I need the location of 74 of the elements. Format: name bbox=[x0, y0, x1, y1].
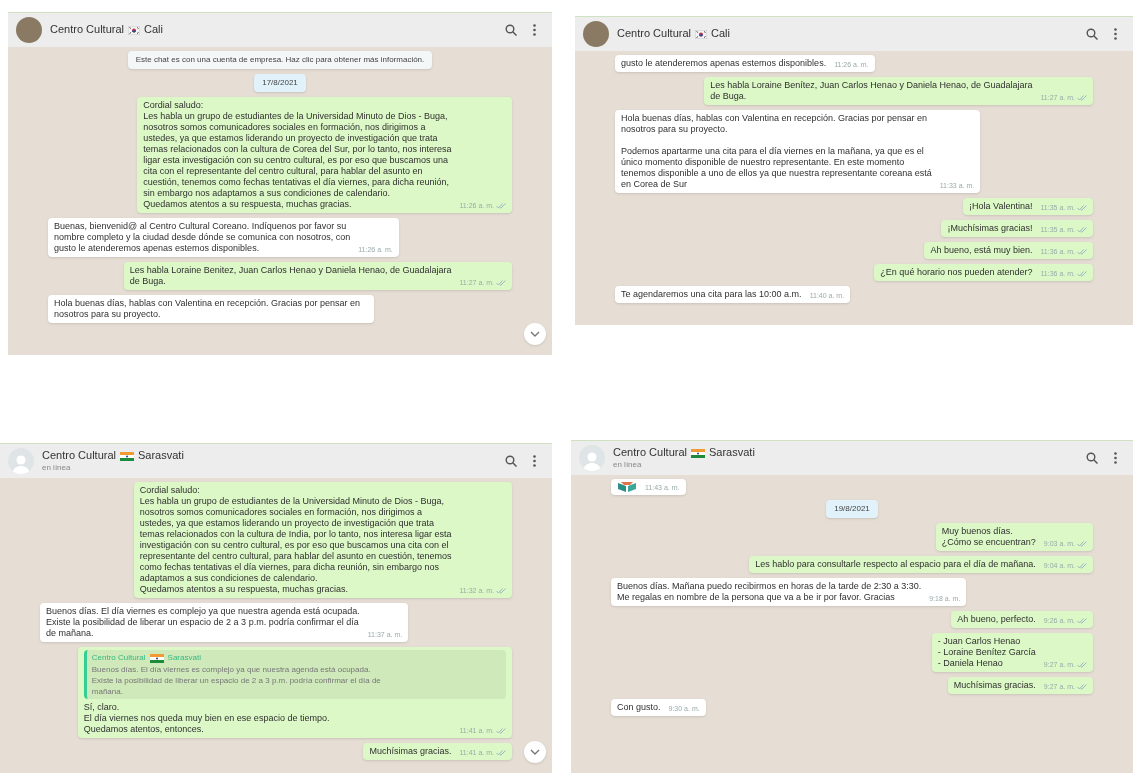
flag-icon bbox=[691, 448, 705, 458]
message-text: Les habla Loraine Benitez, Juan Carlos Henao y Daniela Henao, de Guadalajara de Buga. bbox=[129, 265, 452, 287]
flag-icon bbox=[149, 653, 164, 663]
double-check-icon bbox=[1077, 204, 1087, 211]
message-text: ¿En qué horario nos pueden atender? bbox=[880, 267, 1033, 278]
date-label: 17/8/2021 bbox=[254, 74, 306, 92]
flag-icon bbox=[695, 29, 707, 39]
chat-title: Centro Cultural bbox=[613, 446, 687, 460]
chat-title: Centro Cultural bbox=[42, 449, 116, 463]
double-check-icon bbox=[1077, 94, 1087, 101]
chat-title: Sarasvati bbox=[138, 449, 184, 463]
double-check-icon bbox=[1077, 617, 1087, 624]
chat-title: Cali bbox=[711, 27, 730, 41]
double-check-icon bbox=[1077, 540, 1087, 547]
message-text: Les habla Loraine Benítez, Juan Carlos Henao y Daniela Henao, de Guadalajara de Buga. bbox=[710, 80, 1033, 102]
quote-text: Buenos días. El día viernes es complejo ya que nuestra agenda está ocupada. Existe la posibilidad de liberar un espacio de 2 a 3 p.m. podría confirmar el día de mañana. bbox=[91, 664, 382, 697]
menu-icon[interactable] bbox=[533, 455, 536, 467]
message-text: Muchísimas gracias. bbox=[953, 680, 1036, 691]
double-check-icon bbox=[1077, 226, 1087, 233]
message-text: Ah bueno, está muy bien. bbox=[930, 245, 1033, 256]
search-icon[interactable] bbox=[505, 455, 517, 467]
message-text: Hola buenas días, hablas con Valentina en recepción. Gracias por pensar en nosotros para su proyecto. bbox=[54, 298, 361, 320]
chevron-down-icon bbox=[530, 331, 540, 337]
message-text: Buenos días. Mañana puedo recibirmos en horas de la tarde de 2:30 a 3:30. Me regalas en nombre de la persona que va a be ir por favor. Gracias bbox=[617, 581, 922, 603]
avatar-silhouette-icon bbox=[8, 448, 34, 474]
avatar-photo-placeholder bbox=[583, 21, 609, 47]
menu-icon[interactable] bbox=[1114, 28, 1117, 40]
search-icon[interactable] bbox=[1086, 452, 1098, 464]
flag-icon bbox=[128, 25, 140, 35]
double-check-icon bbox=[1077, 248, 1087, 255]
message-text: Muchísimas gracias. bbox=[369, 746, 452, 757]
double-check-icon bbox=[496, 727, 506, 734]
menu-icon[interactable] bbox=[533, 24, 536, 36]
avatar-silhouette-icon bbox=[579, 445, 605, 471]
message-text: Te agendaremos una cita para las 10:00 a.m. bbox=[621, 289, 802, 300]
message-text: Con gusto. bbox=[617, 702, 661, 713]
message-text: gusto le atenderemos apenas estemos disponibles. bbox=[621, 58, 827, 69]
double-check-icon bbox=[496, 587, 506, 594]
double-check-icon bbox=[496, 202, 506, 209]
quote-author: Centro Cultural bbox=[91, 652, 146, 664]
message-text: Sí, claro. El día viernes nos queda muy bien en ese espacio de tiempo. Quedamos atentos, entonces. bbox=[83, 702, 330, 735]
double-check-icon bbox=[496, 279, 506, 286]
message-text: Muy buenos días. ¿Cómo se encuentran? bbox=[941, 526, 1036, 548]
message-text: Buenos días. El día viernes es complejo ya que nuestra agenda está ocupada. Existe la posibilidad de liberar un espacio de 2 a 3 p.m. podría confirmar el día de mañana. bbox=[46, 606, 360, 639]
message-text: ¡Hola Valentina! bbox=[969, 201, 1033, 212]
status-text: en línea bbox=[42, 462, 72, 473]
menu-icon[interactable] bbox=[1114, 452, 1117, 464]
status-text: en línea bbox=[613, 459, 643, 470]
message-text: Ah bueno, perfecto. bbox=[957, 614, 1036, 625]
message-text: ¡Muchísimas gracias! bbox=[947, 223, 1033, 234]
search-icon[interactable] bbox=[505, 24, 517, 36]
double-check-icon bbox=[1077, 270, 1087, 277]
flag-icon bbox=[120, 451, 134, 461]
chevron-down-icon bbox=[530, 749, 540, 755]
message-text: Les hablo para consultarle respecto al espacio para el día de mañana. bbox=[755, 559, 1036, 570]
quote-author: Sarasvati bbox=[167, 652, 201, 664]
chat-title: Cali bbox=[144, 23, 163, 37]
message-text: Hola buenas días, hablas con Valentina en recepción. Gracias por pensar en nosotros para su proyecto. Podemos apartarme una cita para el día viernes en la mañana, ya que es el único momento disponible de nuestro representante. En este momento tenemos disponible a uno de ellos ya que nuestra representante coreana está en Corea de Sur bbox=[621, 113, 932, 190]
business-notice[interactable]: Este chat es con una cuenta de empresa. Haz clic para obtener más información. bbox=[127, 51, 433, 69]
date-label: 19/8/2021 bbox=[826, 500, 878, 518]
message-text: - Juan Carlos Henao - Loraine Benítez García - Daniela Henao bbox=[937, 636, 1036, 669]
double-check-icon bbox=[496, 749, 506, 756]
double-check-icon bbox=[1077, 562, 1087, 569]
chat-title: Centro Cultural bbox=[617, 27, 691, 41]
search-icon[interactable] bbox=[1086, 28, 1098, 40]
chat-title: Centro Cultural bbox=[50, 23, 124, 37]
sticker-drawing bbox=[617, 482, 637, 492]
message-text: Cordial saludo: Les habla un grupo de estudiantes de la Universidad Minuto de Dios - Buga, nosotros somos comunicadores sociales en formación, nos dirigimos a ustedes, ya que estamos liderando un proyecto de investigación que trata temas relacionados con la cultura de Corea del Sur, por lo tanto, nos interesa ligar esta investigación con su centro cultural, es por eso que buscamos una cita con el representante del centro cultural, para hablar del asunto en cuestión, tenemos como fechas tentativas el día viernes, para dicha reunión, sin embargo nos adaptamos a sus condiciones de calendario. Quedamos atentos a su respuesta, muchas gracias. bbox=[143, 100, 452, 210]
message-text: Cordial saludo: Les habla un grupo de estudiantes de la Universidad Minuto de Dios - Buga, nosotros somos comunicadores sociales en formación, nos dirigimos a ustedes, ya que estamos liderando un proyecto de investigación que trata temas relacionados con la cultura de India, por lo tanto, nos interesa ligar esta investigación con su centro cultural, es por eso que buscamos una cita con el representante del centro cultural, para hablar del asunto en cuestión, tenemos como fechas tentativas el día viernes, para dicha reunión, sin embargo nos adaptamos a sus condiciones de calendario. Quedamos atentos a su respuesta, muchas gracias. bbox=[139, 485, 452, 595]
double-check-icon bbox=[1077, 661, 1087, 668]
avatar-photo-placeholder bbox=[16, 17, 42, 43]
chat-title: Sarasvati bbox=[709, 446, 755, 460]
double-check-icon bbox=[1077, 683, 1087, 690]
message-text: Buenas, bienvenid@ al Centro Cultural Coreano. Indíquenos por favor su nombre completo y la ciudad desde dónde se comunica con nosotros, con gusto le atenderemos apenas estemos disponibles. bbox=[54, 221, 351, 254]
